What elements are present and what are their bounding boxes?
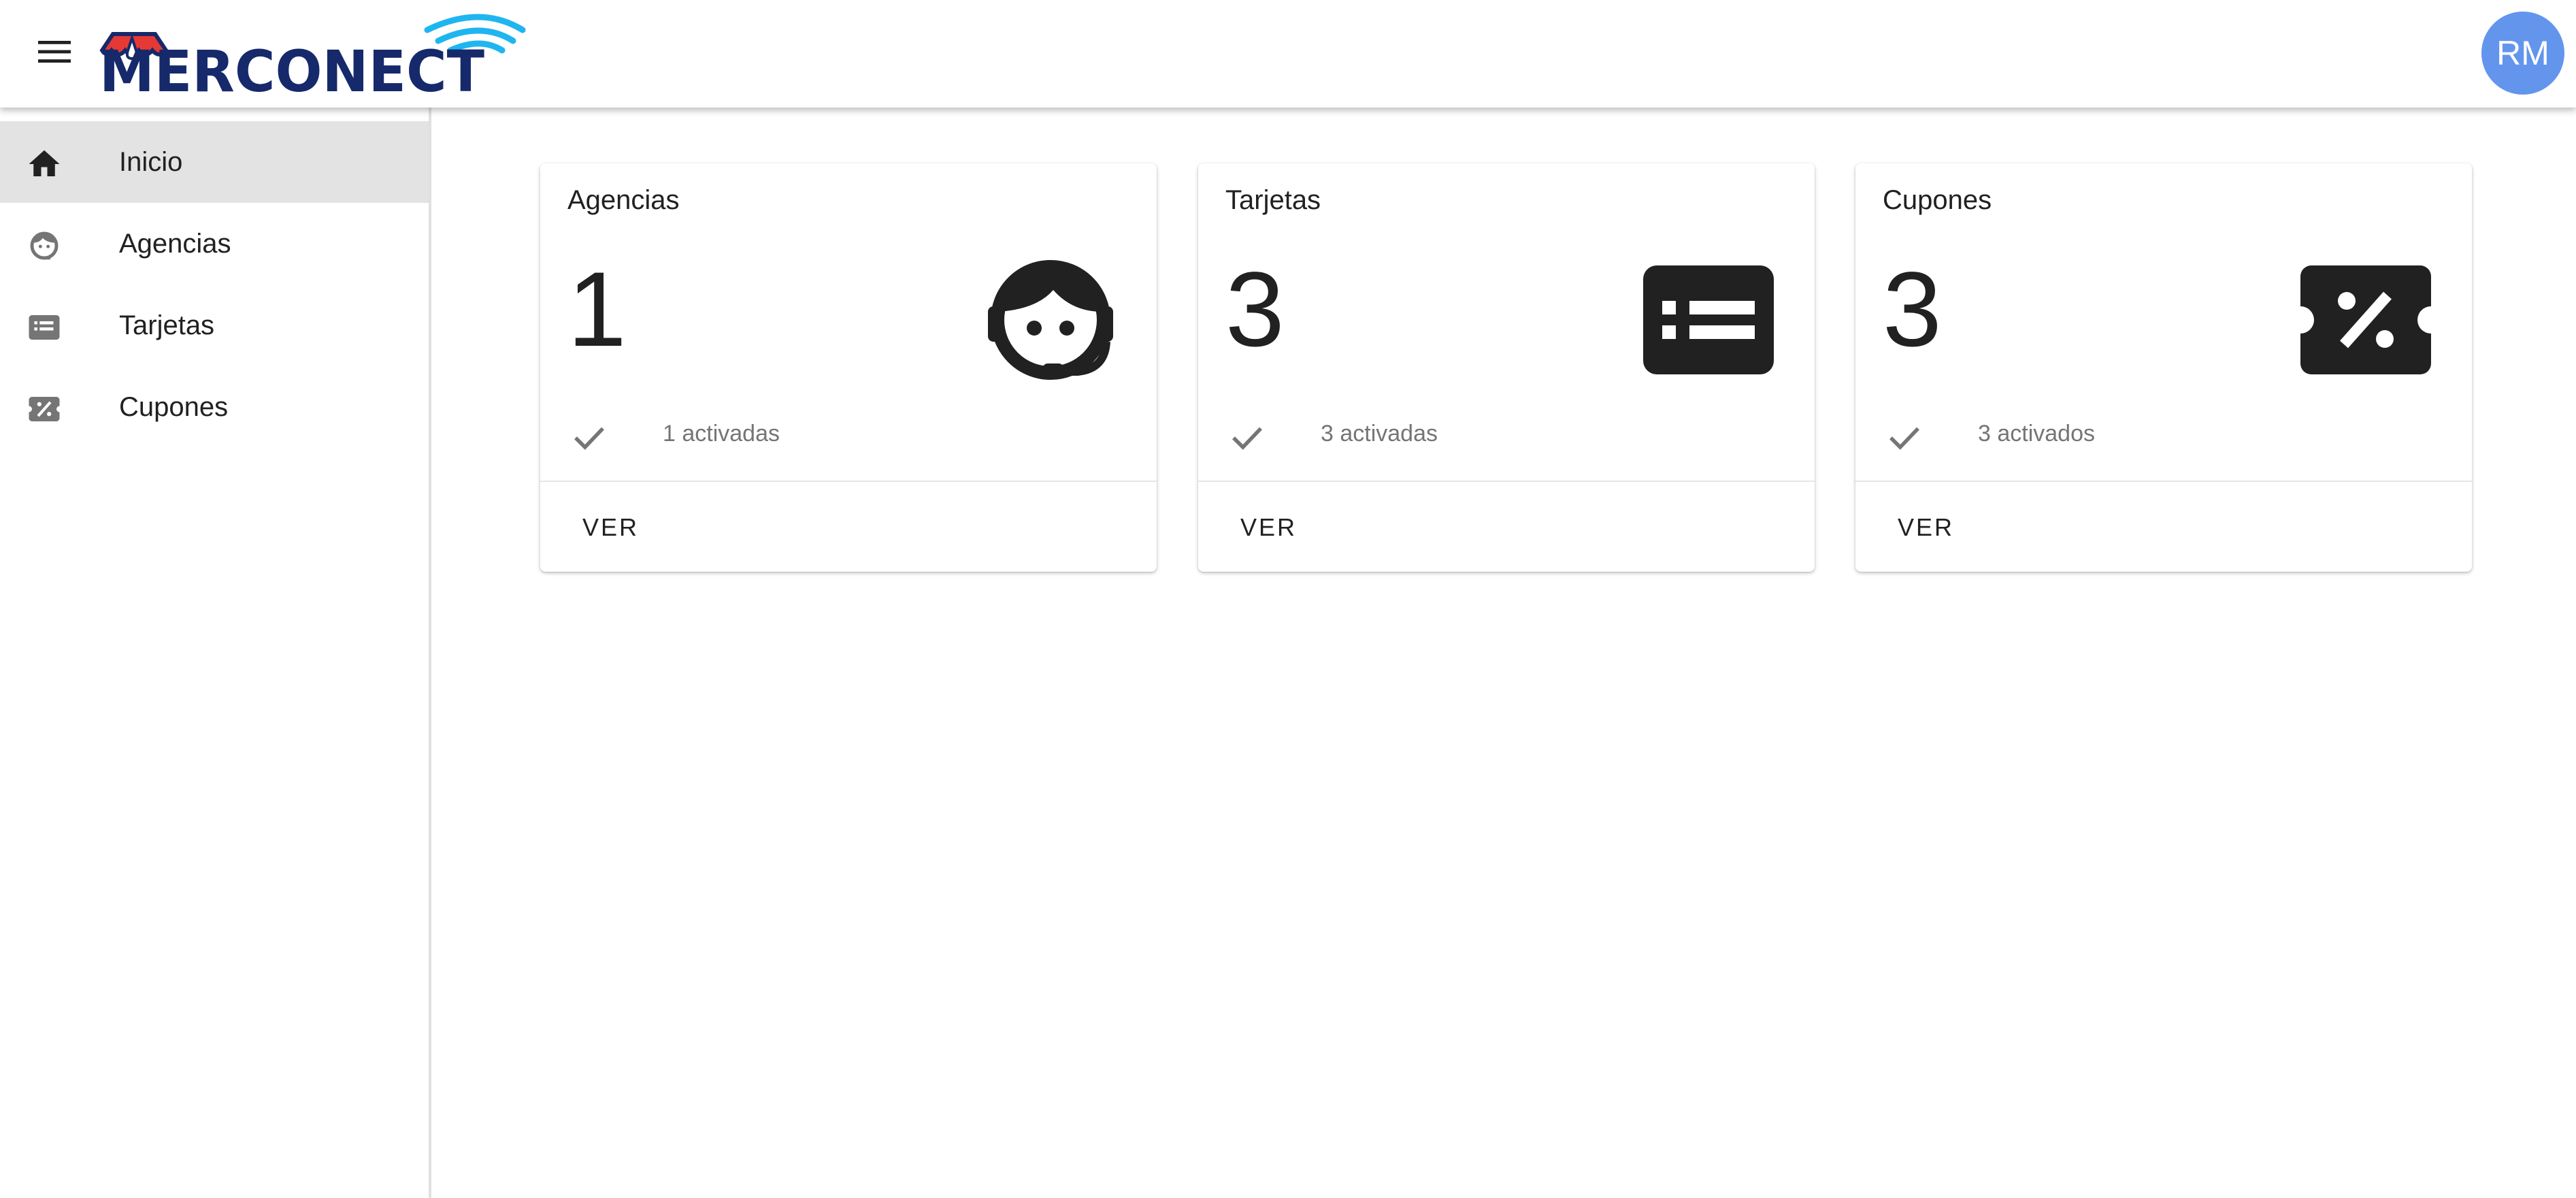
card-status: 3 activados: [1978, 421, 2095, 447]
agencias-card: Agencias 1 1 activadas VER: [540, 163, 1157, 572]
card-title: Cupones: [1883, 185, 1992, 215]
card-status: 3 activadas: [1321, 421, 1438, 447]
sidebar-item-tarjetas[interactable]: Tarjetas: [0, 285, 429, 366]
check-icon: [1889, 427, 1919, 450]
user-avatar[interactable]: RM: [2481, 12, 2564, 95]
sidebar-item-label: Agencias: [119, 228, 231, 259]
card-title: Agencias: [567, 185, 680, 215]
sidebar-item-label: Cupones: [119, 391, 229, 422]
sidebar: Inicio Agencias Tarjetas Cupones: [0, 108, 431, 1198]
home-icon: [29, 150, 60, 176]
tarjetas-card: Tarjetas 3 3 activadas VER: [1198, 163, 1815, 572]
coupon-icon: [2300, 265, 2431, 374]
cupones-card: Cupones 3 3 activados VER: [1855, 163, 2472, 572]
merconect-logo[interactable]: MERCONECT: [93, 11, 528, 97]
card-count: 3: [1225, 250, 1285, 369]
sidebar-item-inicio[interactable]: Inicio: [0, 121, 429, 203]
support-agent-icon: [988, 260, 1113, 380]
app-bar: MERCONECT RM: [0, 0, 2576, 108]
coupon-icon: [29, 397, 60, 421]
card-list-icon: [1643, 265, 1774, 374]
sidebar-item-cupones[interactable]: Cupones: [0, 366, 429, 448]
check-icon: [1232, 427, 1262, 450]
support-agent-icon: [30, 231, 59, 260]
card-count: 3: [1883, 250, 1942, 369]
menu-button[interactable]: [27, 27, 82, 76]
avatar-initials: RM: [2496, 34, 2549, 72]
ver-button[interactable]: VER: [567, 497, 654, 558]
ver-button[interactable]: VER: [1883, 497, 1969, 558]
sidebar-item-agencias[interactable]: Agencias: [0, 203, 429, 285]
card-divider: [540, 481, 1157, 482]
card-count: 1: [567, 250, 627, 369]
card-title: Tarjetas: [1225, 185, 1321, 215]
sidebar-item-label: Inicio: [119, 146, 183, 177]
card-list-icon: [29, 315, 60, 340]
logo-text: MERCONECT: [99, 38, 484, 97]
menu-icon: [38, 41, 71, 63]
check-icon: [574, 427, 604, 450]
card-status: 1 activadas: [663, 421, 780, 447]
card-divider: [1855, 481, 2472, 482]
sidebar-item-label: Tarjetas: [119, 310, 215, 340]
card-divider: [1198, 481, 1815, 482]
ver-button[interactable]: VER: [1225, 497, 1312, 558]
